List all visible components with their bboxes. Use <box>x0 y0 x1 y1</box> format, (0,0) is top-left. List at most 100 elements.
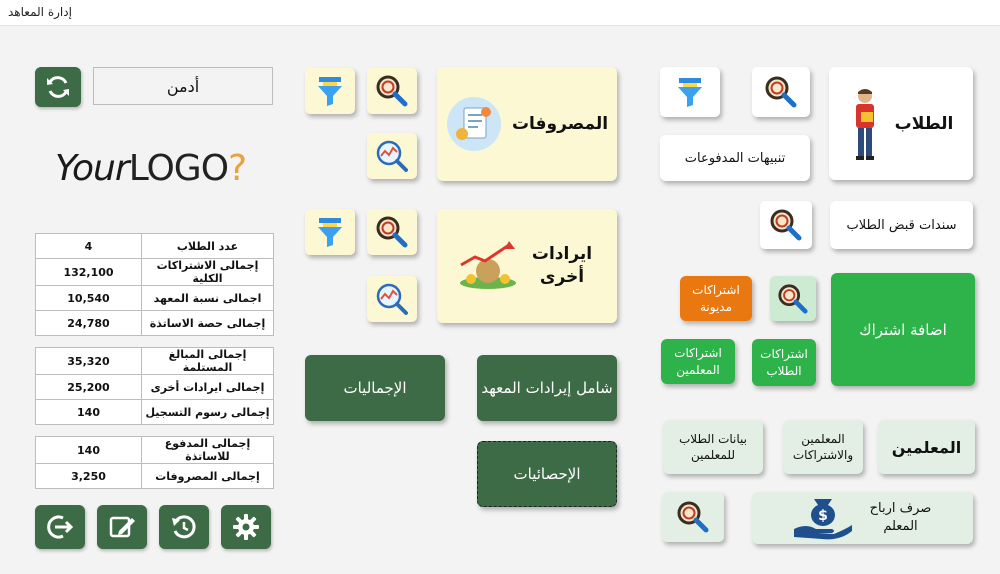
stat-value: 24,780 <box>35 310 142 336</box>
window-title: إدارة المعاهد <box>8 5 72 19</box>
logout-button[interactable] <box>35 505 85 549</box>
stats-table-expenses: إجمالى المدفوع للاساتذة 140 إجمالى المصرو… <box>35 436 274 489</box>
stat-label: اجمالى نسبة المعهد <box>141 285 274 311</box>
students-search-button[interactable] <box>752 67 810 117</box>
revenue-report-button[interactable] <box>367 276 417 322</box>
table-row: إجمالى المبالغ المستلمة 35,320 <box>35 347 274 375</box>
restore-button[interactable] <box>159 505 209 549</box>
search-icon <box>778 283 808 314</box>
totals-label: الإجماليات <box>343 379 407 397</box>
teachers-label: المعلمين <box>891 437 962 457</box>
current-user-name: أدمن <box>166 76 200 96</box>
expenses-report-button[interactable] <box>367 133 417 179</box>
stat-label: إجمالى حصة الاساتذة <box>141 310 274 336</box>
stat-value: 3,250 <box>35 463 142 489</box>
title-bar: إدارة المعاهد <box>0 0 1000 26</box>
table-row: إجمالى حصة الاساتذة 24,780 <box>35 310 274 336</box>
payout-search-button[interactable] <box>662 492 724 542</box>
logo-text-your: Your <box>55 148 130 189</box>
stat-label: إجمالى رسوم التسجيل <box>141 399 274 425</box>
expenses-filter-button[interactable] <box>305 68 355 114</box>
search-icon <box>765 76 797 108</box>
filter-icon <box>318 218 342 247</box>
student-icon <box>855 88 874 160</box>
teachers-and-subscriptions-label: المعلمين والاشتراكات <box>792 431 854 462</box>
chart-search-icon <box>376 140 408 172</box>
logo-text-mark: ? <box>228 148 247 189</box>
student-data-for-teachers-button[interactable]: بيانات الطلاب للمعلمين <box>663 420 763 474</box>
search-icon <box>376 75 408 107</box>
institute-revenue-label: شامل إيرادات المعهد <box>481 379 613 397</box>
stats-table-revenue: إجمالى المبالغ المستلمة 35,320 إجمالى اير… <box>35 347 274 425</box>
refresh-icon <box>47 76 69 98</box>
teacher-subscriptions-label: اشتراكات المعلمين <box>674 346 722 377</box>
search-icon <box>770 209 802 241</box>
table-row: إجمالى المدفوع للاساتذة 140 <box>35 436 274 464</box>
revenue-filter-button[interactable] <box>305 209 355 255</box>
add-subscription-button[interactable]: اضافة اشتراك <box>831 273 975 386</box>
totals-button[interactable]: الإجماليات <box>305 355 445 421</box>
payment-alerts-button[interactable]: تنبيهات المدفوعات <box>660 135 810 181</box>
stat-label: إجمالى المبالغ المستلمة <box>141 347 274 375</box>
table-row: إجمالى رسوم التسجيل 140 <box>35 399 274 425</box>
stat-value: 140 <box>35 399 142 425</box>
chart-search-icon <box>376 283 408 315</box>
logo: YourLOGO? <box>55 148 260 192</box>
edit-icon <box>109 516 135 538</box>
student-subscriptions-button[interactable]: اشتراكات الطلاب <box>752 339 816 386</box>
subscriptions-search-button[interactable] <box>770 276 816 321</box>
table-row: اجمالى نسبة المعهد 10,540 <box>35 285 274 311</box>
expenses-icon <box>446 97 501 151</box>
student-receipts-label: سندات قبض الطلاب <box>846 217 957 233</box>
search-icon <box>677 501 709 533</box>
students-label: الطلاب <box>894 113 954 134</box>
settings-button[interactable] <box>221 505 271 549</box>
statistics-label: الإحصائيات <box>513 465 581 483</box>
restore-icon <box>172 515 196 539</box>
svg-text:$: $ <box>818 508 828 524</box>
stats-table-students: عدد الطلاب 4 إجمالى الاشتراكات الكلية 132,… <box>35 233 274 336</box>
stat-value: 140 <box>35 436 142 464</box>
gear-icon <box>233 514 259 540</box>
stat-label: إجمالى الاشتراكات الكلية <box>141 258 274 286</box>
receipts-search-button[interactable] <box>760 201 812 249</box>
table-row: عدد الطلاب 4 <box>35 233 274 259</box>
money-hand-icon: $ <box>793 499 852 540</box>
payment-alerts-label: تنبيهات المدفوعات <box>684 150 786 166</box>
filter-icon <box>678 78 702 107</box>
expenses-button[interactable]: المصروفات <box>437 67 617 181</box>
debt-subscriptions-label: اشتراكات مديونة <box>692 283 740 314</box>
logout-icon <box>47 515 74 539</box>
current-user-box: أدمن <box>93 67 273 105</box>
teacher-profit-payout-label: صرف ارباح المعلم <box>869 501 932 534</box>
other-revenue-button[interactable]: ايرادات أخرى <box>437 209 617 323</box>
debt-subscriptions-button[interactable]: اشتراكات مديونة <box>680 276 752 321</box>
expenses-search-button[interactable] <box>367 68 417 114</box>
stat-value: 10,540 <box>35 285 142 311</box>
table-row: إجمالى ايرادات أخرى 25,200 <box>35 374 274 400</box>
student-data-for-teachers-label: بيانات الطلاب للمعلمين <box>678 431 747 462</box>
revenue-search-button[interactable] <box>367 209 417 255</box>
stat-value: 132,100 <box>35 258 142 286</box>
logo-text-logo: LOGO <box>128 148 229 189</box>
institute-revenue-button[interactable]: شامل إيرادات المعهد <box>477 355 617 421</box>
teacher-profit-payout-button[interactable]: صرف ارباح المعلم $ <box>752 492 973 544</box>
edit-button[interactable] <box>97 505 147 549</box>
table-row: إجمالى الاشتراكات الكلية 132,100 <box>35 258 274 286</box>
other-revenue-label: ايرادات أخرى <box>531 244 593 287</box>
students-button[interactable]: الطلاب <box>829 67 973 180</box>
table-row: إجمالى المصروفات 3,250 <box>35 463 274 489</box>
teacher-subscriptions-button[interactable]: اشتراكات المعلمين <box>661 339 735 384</box>
stat-label: إجمالى المدفوع للاساتذة <box>141 436 274 464</box>
money-growth-icon <box>460 241 516 289</box>
statistics-button[interactable]: الإحصائيات <box>477 441 617 507</box>
student-subscriptions-label: اشتراكات الطلاب <box>760 347 808 378</box>
teachers-and-subscriptions-button[interactable]: المعلمين والاشتراكات <box>783 420 863 474</box>
stat-value: 25,200 <box>35 374 142 400</box>
stat-label: إجمالى المصروفات <box>141 463 274 489</box>
teachers-button[interactable]: المعلمين <box>878 420 975 474</box>
expenses-label: المصروفات <box>511 114 609 134</box>
refresh-button[interactable] <box>35 67 81 107</box>
student-receipts-button[interactable]: سندات قبض الطلاب <box>830 201 973 249</box>
students-filter-button[interactable] <box>660 67 720 117</box>
